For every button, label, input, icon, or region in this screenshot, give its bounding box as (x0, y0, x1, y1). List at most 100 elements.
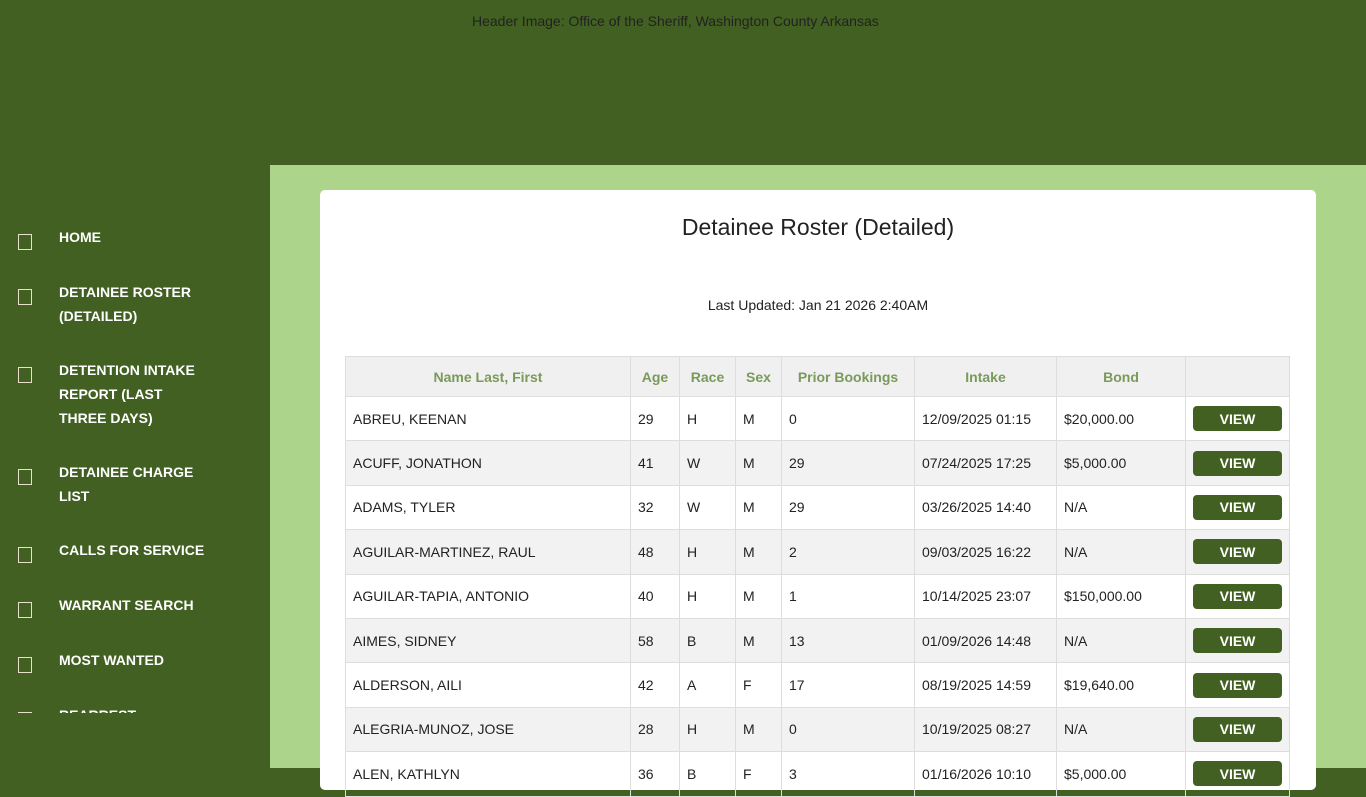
table-cell: F (735, 751, 782, 797)
view-button[interactable]: VIEW (1193, 761, 1282, 787)
table-cell: 36 (630, 751, 680, 797)
page-title: Detainee Roster (Detailed) (681, 214, 955, 240)
column-header (1185, 356, 1290, 397)
table-cell: B (679, 617, 736, 664)
table-row: ALDERSON, AILI 42 A F 17 08/19/2025 14:59 $19,… (345, 662, 1290, 708)
nav-icon (18, 547, 32, 563)
view-button[interactable]: VIEW (1193, 406, 1282, 432)
table-cell: W (679, 484, 736, 531)
nav-item[interactable]: WARRANT SEARCH (0, 593, 270, 618)
table-cell: A (679, 662, 736, 708)
table-cell: $20,000.00 (1056, 395, 1186, 442)
nav-label: DETAINEE ROSTER (DETAILED) (59, 284, 191, 324)
table-cell: N/A (1056, 484, 1186, 531)
view-button[interactable]: VIEW (1193, 716, 1282, 742)
table-cell: ALEN, KATHLYN (345, 751, 631, 797)
table-cell: $5,000.00 (1056, 751, 1186, 797)
column-header: Race (679, 356, 736, 397)
nav-item[interactable]: DETAINEE CHARGE LIST (0, 460, 270, 508)
table-cell: 13 (781, 617, 915, 664)
nav-label: DETAINEE CHARGE LIST (59, 464, 194, 504)
column-header: Prior Bookings (781, 356, 915, 397)
table-cell: 01/09/2026 14:48 (914, 617, 1057, 664)
nav-label: MOST WANTED (59, 652, 164, 668)
table-cell: ALDERSON, AILI (345, 662, 631, 708)
table-row: ADAMS, TYLER 32 W M 29 03/26/2025 14:40 N/A VIE… (345, 484, 1290, 531)
table-cell: F (735, 662, 782, 708)
table-cell: 58 (630, 617, 680, 664)
table-cell: 28 (630, 706, 680, 753)
table-cell: 3 (781, 751, 915, 797)
table-cell: H (679, 573, 736, 619)
view-button[interactable]: VIEW (1193, 628, 1282, 654)
sidebar-nav: HOME DETAINEE ROSTER (DETAILED) DETENTION … (0, 225, 270, 713)
nav-item[interactable]: DETENTION INTAKE REPORT (LAST THREE DAYS… (0, 358, 270, 430)
nav-label: CALLS FOR SERVICE (59, 542, 205, 558)
nav-label: WARRANT SEARCH (59, 597, 194, 613)
nav-icon (18, 469, 32, 485)
table-cell: 08/19/2025 14:59 (914, 662, 1057, 708)
table-cell: $5,000.00 (1056, 440, 1186, 486)
nav-item[interactable]: CALLS FOR SERVICE (0, 538, 270, 563)
table-cell: AGUILAR-TAPIA, ANTONIO (345, 573, 631, 619)
column-header: Age (630, 356, 680, 397)
view-button[interactable]: VIEW (1193, 450, 1282, 476)
table-cell: 29 (630, 395, 680, 442)
table-cell: N/A (1056, 617, 1186, 664)
table-cell: 0 (781, 706, 915, 753)
table-cell: 10/19/2025 08:27 (914, 706, 1057, 753)
table-cell: 03/26/2025 14:40 (914, 484, 1057, 531)
table-cell: 32 (630, 484, 680, 531)
table-cell: 17 (781, 662, 915, 708)
nav-icon (18, 234, 32, 250)
table-cell: M (735, 484, 782, 531)
table-cell: 12/09/2025 01:15 (914, 395, 1057, 442)
table-cell: ACUFF, JONATHON (345, 440, 631, 486)
column-header: Intake (914, 356, 1057, 397)
view-button[interactable]: VIEW (1193, 672, 1282, 698)
table-cell: M (735, 529, 782, 575)
table-cell: 09/03/2025 16:22 (914, 529, 1057, 575)
table-cell: M (735, 617, 782, 664)
nav-label: REARREST NOTIFICATIONS (59, 703, 209, 713)
table-cell: 07/24/2025 17:25 (914, 440, 1057, 486)
nav-item[interactable]: DETAINEE ROSTER (DETAILED) (0, 280, 270, 328)
table-cell: 40 (630, 573, 680, 619)
view-button[interactable]: VIEW (1193, 494, 1282, 520)
table-row: AGUILAR-MARTINEZ, RAUL 48 H M 2 09/03/2025 16… (345, 529, 1290, 575)
nav-item[interactable]: HOME (0, 225, 270, 250)
table-cell: H (679, 395, 736, 442)
nav-icon (18, 657, 32, 673)
table-row: ALEN, KATHLYN 36 B F 3 01/16/2026 10:10 $5,000… (345, 751, 1290, 797)
table-cell: M (735, 395, 782, 442)
table-cell: N/A (1056, 706, 1186, 753)
table-cell: 1 (781, 573, 915, 619)
view-button[interactable]: VIEW (1193, 539, 1282, 565)
main-content: Detainee Roster (Detailed) Last Updated:… (270, 165, 1366, 797)
column-header: Name Last, First (345, 356, 631, 397)
table-cell: AIMES, SIDNEY (345, 617, 631, 664)
table-cell: 41 (630, 440, 680, 486)
table-cell: ADAMS, TYLER (345, 484, 631, 531)
table-cell: 0 (781, 395, 915, 442)
column-header: Sex (735, 356, 782, 397)
table-cell: M (735, 440, 782, 486)
table-cell: AGUILAR-MARTINEZ, RAUL (345, 529, 631, 575)
column-header: Bond (1056, 356, 1186, 397)
header-image: Header Image: Office of the Sheriff, Was… (472, 13, 879, 29)
nav-icon (18, 367, 32, 383)
roster-card: Detainee Roster (Detailed) Last Updated:… (320, 190, 1316, 797)
nav-icon (18, 602, 32, 618)
nav-item[interactable]: MOST WANTED (0, 648, 270, 673)
table-row: ACUFF, JONATHON 41 W M 29 07/24/2025 17:25 $5,… (345, 440, 1290, 486)
view-button[interactable]: VIEW (1193, 583, 1282, 609)
table-cell: M (735, 573, 782, 619)
last-updated: Last Updated: Jan 21 2026 2:40AM (707, 297, 929, 313)
table-cell: $19,640.00 (1056, 662, 1186, 708)
table-cell: 48 (630, 529, 680, 575)
nav-icon (18, 712, 32, 713)
nav-label: HOME (59, 229, 101, 245)
table-cell: 10/14/2025 23:07 (914, 573, 1057, 619)
table-cell: W (679, 440, 736, 486)
nav-item[interactable]: REARREST NOTIFICATIONS (0, 703, 270, 713)
